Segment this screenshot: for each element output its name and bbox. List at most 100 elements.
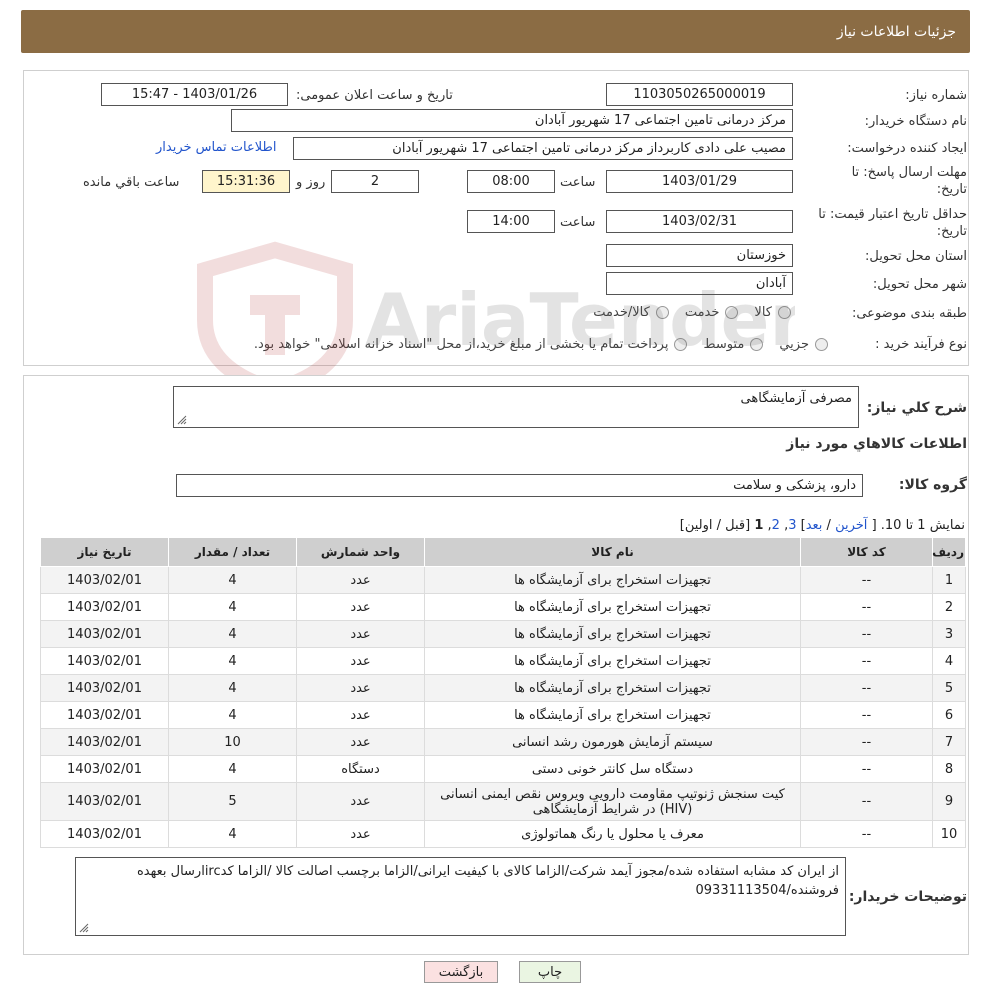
table-cell: دستگاه سل کانتر خونی دستی [424,755,801,783]
table-cell: 1403/02/01 [40,620,169,648]
table-cell: 6 [932,701,966,729]
category-radio-goods-service[interactable] [655,306,669,319]
table-cell: 3 [932,620,966,648]
creator-label: ایجاد کننده درخواست: [847,141,967,156]
table-cell: عدد [296,647,425,675]
table-cell: 1403/02/01 [40,701,169,729]
table-cell: 1403/02/01 [40,593,169,621]
table-cell: -- [800,820,933,848]
table-cell: تجهیزات استخراج برای آزمایشگاه ها [424,647,801,675]
table-cell: عدد [296,566,425,594]
table-header-cell: کد کالا [800,537,933,567]
table-row: 8 -- دستگاه سل کانتر خونی دستی دستگاه 4 1403/… [40,755,966,783]
table-cell: 1403/02/01 [40,728,169,756]
table-cell: عدد [296,674,425,702]
province-field: خوزستان [606,244,793,267]
table-cell: 4 [168,755,297,783]
pager-last-link[interactable]: آخرین [835,518,867,533]
table-row: 2 -- تجهیزات استخراج برای آزمایشگاه ها عدد 4… [40,593,966,621]
table-row: 6 -- تجهیزات استخراج برای آزمایشگاه ها عدد 4… [40,701,966,729]
table-row: 10 -- معرف یا محلول یا رنگ هماتولوژی عدد 4 14… [40,820,966,848]
table-cell: -- [800,701,933,729]
category-option-goods: کالا [754,305,772,320]
table-row: 5 -- تجهیزات استخراج برای آزمایشگاه ها عدد 4… [40,674,966,702]
table-cell: تجهیزات استخراج برای آزمایشگاه ها [424,620,801,648]
table-row: 3 -- تجهیزات استخراج برای آزمایشگاه ها عدد 4… [40,620,966,648]
table-cell: -- [800,782,933,821]
category-label: طبقه بندی موضوعی: [851,306,967,321]
table-row: 9 -- کیت سنجش ژنوتیپ مقاومت دارویی ویروس ن… [40,782,966,821]
table-row: 1 -- تجهیزات استخراج برای آزمایشگاه ها عدد 4… [40,566,966,594]
table-cell: معرف یا محلول یا رنگ هماتولوژی [424,820,801,848]
table-cell: 4 [168,701,297,729]
buyer-notes-textarea[interactable]: از ایران کد مشابه استفاده شده/مجوز آیمد … [75,857,846,936]
category-option-goods-service: کالا/خدمت [593,305,650,320]
validity-label: حداقل تاریخ اعتبار قیمت: تا تاریخ: [818,207,967,239]
table-cell: 4 [168,674,297,702]
summary-text: مصرفی آزمایشگاهی [740,391,852,406]
need-number-label: شماره نیاز: [905,88,967,103]
announce-field: 1403/01/26 - 15:47 [101,83,288,106]
reply-date-field: 1403/01/29 [606,170,793,193]
purchase-radio-minor[interactable] [815,338,828,351]
purchase-option-medium: متوسط [703,337,745,352]
table-cell: 1403/02/01 [40,674,169,702]
reply-time-label: ساعت [560,175,596,190]
table-cell: عدد [296,728,425,756]
creator-field: مصیب علی دادی کاربرداز مرکز درمانی تامین… [293,137,793,160]
validity-time-label: ساعت [560,215,596,230]
summary-textarea[interactable]: مصرفی آزمایشگاهی [173,386,859,428]
table-cell: 5 [168,782,297,821]
table-cell: 5 [932,674,966,702]
days-label: روز و [296,175,326,190]
category-radio-service[interactable] [725,306,739,319]
table-header-cell: واحد شمارش [296,537,425,567]
table-header-row: ردیف کد کالا نام کالا واحد شمارش تعداد / مقد… [40,537,966,567]
category-radio-goods[interactable] [778,306,791,319]
goods-group-label: گروه کالا: [898,477,967,493]
buyer-org-label: نام دستگاه خریدار: [864,114,967,129]
table-cell: -- [800,647,933,675]
days-field: 2 [331,170,419,193]
table-header-cell: تعداد / مقدار [168,537,297,567]
province-label: استان محل تحویل: [865,249,967,264]
table-cell: عدد [296,620,425,648]
table-header-cell: تاریخ نیاز [40,537,169,567]
table-cell: 10 [932,820,966,848]
table-cell: -- [800,755,933,783]
announce-label: تاریخ و ساعت اعلان عمومی: [296,88,453,103]
table-cell: 8 [932,755,966,783]
table-cell: عدد [296,593,425,621]
pager-next-link[interactable]: بعد [806,518,823,533]
table-cell: تجهیزات استخراج برای آزمایشگاه ها [424,701,801,729]
table-cell: تجهیزات استخراج برای آزمایشگاه ها [424,674,801,702]
purchase-radio-treasury[interactable] [674,338,688,351]
resize-grip-icon[interactable] [177,415,187,425]
pager-page-3[interactable]: 3 [788,518,796,533]
print-button[interactable]: چاپ [519,961,581,983]
table-cell: 4 [168,647,297,675]
table-cell: عدد [296,820,425,848]
table-cell: دستگاه [296,755,425,783]
table-cell: 1403/02/01 [40,820,169,848]
table-cell: 1 [932,566,966,594]
pager-prefix: نمایش 1 تا 10. [ [871,518,965,533]
purchase-treasury-note: پرداخت تمام یا بخشی از مبلغ خرید،از محل … [253,337,669,352]
pager-page-2[interactable]: 2 [772,518,780,533]
purchase-type-label: نوع فرآیند خرید : [875,337,967,352]
buyer-org-field: مرکز درمانی تامین اجتماعی 17 شهریور آباد… [231,109,793,132]
table-cell: سیستم آزمایش هورمون رشد انسانی [424,728,801,756]
remaining-time-field: 15:31:36 [202,170,290,193]
table-cell: 4 [932,647,966,675]
table-cell: 4 [168,566,297,594]
back-button[interactable]: بازگشت [424,961,498,983]
table-cell: 4 [168,593,297,621]
category-radio-group: کالا خدمت کالا/خدمت [593,305,807,320]
table-cell: -- [800,593,933,621]
table-cell: عدد [296,701,425,729]
buyer-notes-text: از ایران کد مشابه استفاده شده/مجوز آیمد … [136,864,839,898]
resize-grip-icon[interactable] [79,923,89,933]
buyer-contact-link[interactable]: اطلاعات تماس خریدار [156,140,276,155]
purchase-radio-medium[interactable] [750,338,764,351]
remaining-label: ساعت باقي مانده [83,175,180,190]
